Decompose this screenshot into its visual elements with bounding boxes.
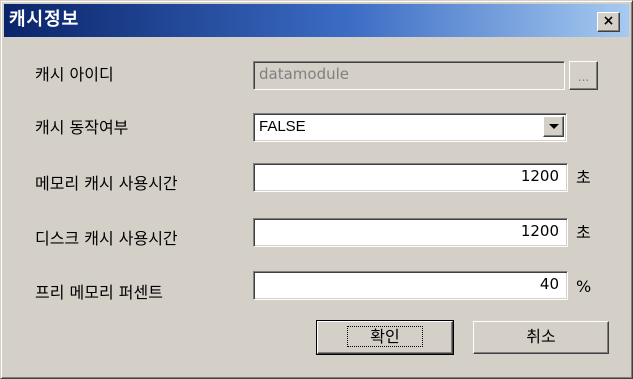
free-memory-percent-label: 프리 메모리 퍼센트 [35, 283, 163, 302]
title-bar[interactable]: 캐시정보 × [4, 4, 629, 37]
memory-cache-time-field[interactable]: 1200 [253, 163, 568, 192]
browse-button[interactable]: ... [569, 61, 598, 90]
ok-label: 확인 [347, 326, 423, 347]
disk-cache-time-unit: 초 [576, 223, 591, 242]
cache-id-label: 캐시 아이디 [35, 65, 114, 84]
disk-cache-time-field[interactable]: 1200 [253, 218, 568, 247]
cache-id-field[interactable]: datamodule [253, 61, 565, 90]
cache-enabled-label: 캐시 동작여부 [35, 118, 129, 137]
memory-cache-time-label: 메모리 캐시 사용시간 [35, 174, 178, 193]
cache-enabled-value: FALSE [259, 118, 306, 135]
dialog-title: 캐시정보 [9, 9, 80, 30]
cache-info-dialog: 캐시정보 × 캐시 아이디 datamodule ... 캐시 동작여부 FAL… [0, 0, 633, 379]
ok-button[interactable]: 확인 [316, 320, 454, 355]
free-memory-percent-field[interactable]: 40 [253, 271, 568, 300]
cancel-button[interactable]: 취소 [473, 321, 609, 354]
chevron-down-icon[interactable] [543, 116, 564, 137]
memory-cache-time-unit: 초 [576, 168, 591, 187]
cache-enabled-select[interactable]: FALSE [253, 113, 567, 142]
close-button[interactable]: × [597, 12, 620, 32]
free-memory-percent-unit: % [576, 277, 592, 296]
disk-cache-time-label: 디스크 캐시 사용시간 [35, 229, 178, 248]
